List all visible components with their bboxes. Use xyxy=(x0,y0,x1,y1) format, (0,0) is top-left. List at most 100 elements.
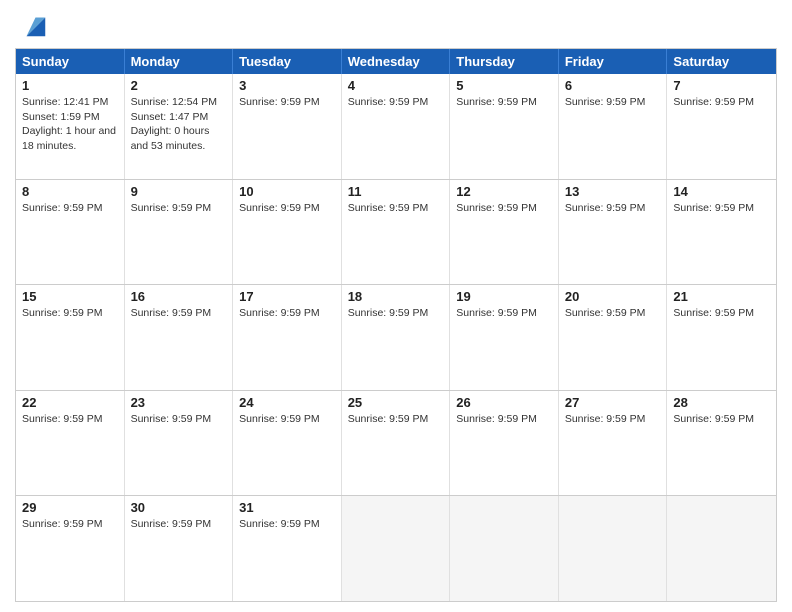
calendar-week: 29 Sunrise: 9:59 PM 30 Sunrise: 9:59 PM 31 Su… xyxy=(16,495,776,601)
day-number: 23 xyxy=(131,395,227,410)
day-number: 20 xyxy=(565,289,661,304)
day-info: Sunrise: 9:59 PM xyxy=(239,412,335,427)
day-info: Sunrise: 9:59 PM xyxy=(673,306,770,321)
day-info: Sunrise: 9:59 PM xyxy=(131,412,227,427)
logo-icon xyxy=(19,10,49,40)
day-number: 27 xyxy=(565,395,661,410)
day-info: Sunrise: 9:59 PM xyxy=(673,412,770,427)
day-info: Sunrise: 9:59 PM xyxy=(456,201,552,216)
day-number: 21 xyxy=(673,289,770,304)
calendar-day: 26 Sunrise: 9:59 PM xyxy=(450,391,559,496)
day-info: Sunrise: 9:59 PM xyxy=(565,412,661,427)
calendar-header-cell: Friday xyxy=(559,49,668,74)
day-number: 19 xyxy=(456,289,552,304)
calendar-day: 21 Sunrise: 9:59 PM xyxy=(667,285,776,390)
day-info: Sunrise: 9:59 PM xyxy=(22,517,118,532)
day-info: Sunrise: 9:59 PM xyxy=(565,306,661,321)
day-number: 30 xyxy=(131,500,227,515)
day-number: 25 xyxy=(348,395,444,410)
calendar-day: 28 Sunrise: 9:59 PM xyxy=(667,391,776,496)
calendar-day: 23 Sunrise: 9:59 PM xyxy=(125,391,234,496)
calendar-week: 1 Sunrise: 12:41 PM Sunset: 1:59 PM Dayli… xyxy=(16,74,776,179)
calendar-day: 25 Sunrise: 9:59 PM xyxy=(342,391,451,496)
calendar-header-cell: Thursday xyxy=(450,49,559,74)
day-number: 8 xyxy=(22,184,118,199)
day-info: Sunrise: 9:59 PM xyxy=(565,95,661,110)
day-info: Sunrise: 12:41 PM Sunset: 1:59 PM Daylig… xyxy=(22,95,118,154)
calendar-week: 8 Sunrise: 9:59 PM 9 Sunrise: 9:59 PM 10Sunr… xyxy=(16,179,776,285)
day-info: Sunrise: 9:59 PM xyxy=(239,95,335,110)
calendar-header-cell: Sunday xyxy=(16,49,125,74)
day-number: 4 xyxy=(348,78,444,93)
day-number: 28 xyxy=(673,395,770,410)
day-number: 26 xyxy=(456,395,552,410)
day-info: Sunrise: 9:59 PM xyxy=(456,412,552,427)
day-info: Sunrise: 9:59 PM xyxy=(348,412,444,427)
day-number: 9 xyxy=(131,184,227,199)
calendar-day: 2 Sunrise: 12:54 PM Sunset: 1:47 PM Dayli… xyxy=(125,74,234,179)
day-number: 29 xyxy=(22,500,118,515)
day-number: 6 xyxy=(565,78,661,93)
day-info: Sunrise: 9:59 PM xyxy=(131,201,227,216)
day-info: Sunrise: 9:59 PM xyxy=(456,95,552,110)
calendar-day: 3 Sunrise: 9:59 PM xyxy=(233,74,342,179)
calendar-day: 12Sunrise: 9:59 PM xyxy=(450,180,559,285)
calendar-header-cell: Saturday xyxy=(667,49,776,74)
calendar-day: 7Sunrise: 9:59 PM xyxy=(667,74,776,179)
day-info: Sunrise: 9:59 PM xyxy=(565,201,661,216)
day-info: Sunrise: 9:59 PM xyxy=(239,517,335,532)
day-number: 16 xyxy=(131,289,227,304)
calendar-day: 6 Sunrise: 9:59 PM xyxy=(559,74,668,179)
day-info: Sunrise: 9:59 PM xyxy=(131,517,227,532)
day-info: Sunrise: 9:59 PM xyxy=(239,306,335,321)
calendar-body: 1 Sunrise: 12:41 PM Sunset: 1:59 PM Dayli… xyxy=(16,74,776,601)
day-info: Sunrise: 9:59 PM xyxy=(456,306,552,321)
calendar-header-cell: Tuesday xyxy=(233,49,342,74)
calendar-day xyxy=(450,496,559,601)
day-number: 31 xyxy=(239,500,335,515)
calendar-day: 31 Sunrise: 9:59 PM xyxy=(233,496,342,601)
calendar-day: 8 Sunrise: 9:59 PM xyxy=(16,180,125,285)
day-info: Sunrise: 12:54 PM Sunset: 1:47 PM Daylig… xyxy=(131,95,227,154)
calendar-day: 30 Sunrise: 9:59 PM xyxy=(125,496,234,601)
calendar-day: 4 Sunrise: 9:59 PM xyxy=(342,74,451,179)
calendar-day xyxy=(667,496,776,601)
calendar-day: 29 Sunrise: 9:59 PM xyxy=(16,496,125,601)
day-info: Sunrise: 9:59 PM xyxy=(348,306,444,321)
day-number: 17 xyxy=(239,289,335,304)
calendar-day: 17 Sunrise: 9:59 PM xyxy=(233,285,342,390)
day-number: 13 xyxy=(565,184,661,199)
day-number: 18 xyxy=(348,289,444,304)
calendar-day xyxy=(559,496,668,601)
day-number: 11 xyxy=(348,184,444,199)
calendar-header-row: SundayMondayTuesdayWednesdayThursdayFrid… xyxy=(16,49,776,74)
day-info: Sunrise: 9:59 PM xyxy=(673,95,770,110)
calendar-header-cell: Wednesday xyxy=(342,49,451,74)
day-info: Sunrise: 9:59 PM xyxy=(22,201,118,216)
calendar-day: 13 Sunrise: 9:59 PM xyxy=(559,180,668,285)
day-number: 24 xyxy=(239,395,335,410)
calendar-day: 9 Sunrise: 9:59 PM xyxy=(125,180,234,285)
calendar-day: 27 Sunrise: 9:59 PM xyxy=(559,391,668,496)
day-number: 1 xyxy=(22,78,118,93)
calendar-day: 22Sunrise: 9:59 PM xyxy=(16,391,125,496)
day-number: 14 xyxy=(673,184,770,199)
calendar-day: 10Sunrise: 9:59 PM xyxy=(233,180,342,285)
day-info: Sunrise: 9:59 PM xyxy=(348,201,444,216)
calendar-day: 19 Sunrise: 9:59 PM xyxy=(450,285,559,390)
calendar-day: 24 Sunrise: 9:59 PM xyxy=(233,391,342,496)
day-info: Sunrise: 9:59 PM xyxy=(673,201,770,216)
day-number: 2 xyxy=(131,78,227,93)
day-number: 15 xyxy=(22,289,118,304)
logo xyxy=(15,10,49,40)
day-info: Sunrise: 9:59 PM xyxy=(22,412,118,427)
calendar-week: 22Sunrise: 9:59 PM 23 Sunrise: 9:59 PM 24 Su… xyxy=(16,390,776,496)
day-info: Sunrise: 9:59 PM xyxy=(22,306,118,321)
calendar-day xyxy=(342,496,451,601)
calendar-day: 14 Sunrise: 9:59 PM xyxy=(667,180,776,285)
day-number: 5 xyxy=(456,78,552,93)
day-number: 3 xyxy=(239,78,335,93)
calendar-header-cell: Monday xyxy=(125,49,234,74)
calendar-day: 16Sunrise: 9:59 PM xyxy=(125,285,234,390)
day-info: Sunrise: 9:59 PM xyxy=(348,95,444,110)
